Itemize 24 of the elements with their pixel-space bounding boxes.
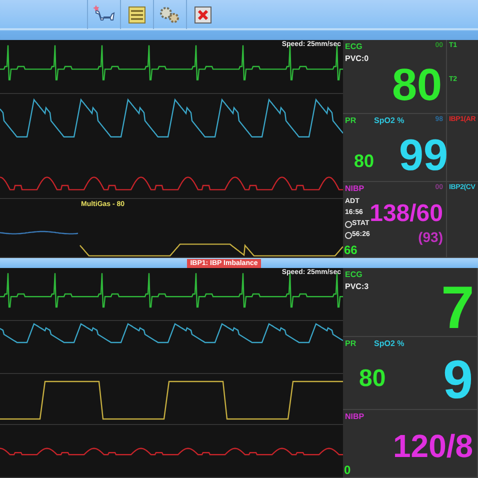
parameter-value: 66 <box>344 244 358 256</box>
blood-pressure-value: 138/60 <box>370 202 443 226</box>
parameter-value: 0 <box>344 464 351 476</box>
parameter-label: PR <box>345 339 356 348</box>
parameter-label: ECG <box>345 42 362 51</box>
mean-pressure-value: (93) <box>418 230 443 244</box>
pvc-count: PVC:3 <box>345 282 369 291</box>
pulse-rate-value: 80 <box>359 367 386 391</box>
blood-pressure-value: 120/8 <box>393 430 474 462</box>
parameter-label: NIBP <box>345 412 364 421</box>
parameter-label: NIBP <box>345 184 364 193</box>
parameter-label: SpO2 % <box>374 116 404 125</box>
parameter-label: SpO2 % <box>374 339 404 348</box>
heart-rate-value: 80 <box>392 62 442 107</box>
pulse-rate-value: 80 <box>354 152 374 170</box>
heart-rate-value: 7 <box>441 278 474 336</box>
list-icon <box>128 6 146 24</box>
pvc-count: PVC:0 <box>345 54 369 63</box>
spo2-value: 99 <box>399 134 448 178</box>
gears-icon <box>159 6 181 24</box>
spo2-value: 9 <box>443 353 474 407</box>
parameter-label: PR <box>345 116 356 125</box>
close-icon <box>194 6 212 24</box>
parameter-label: ECG <box>345 270 362 279</box>
